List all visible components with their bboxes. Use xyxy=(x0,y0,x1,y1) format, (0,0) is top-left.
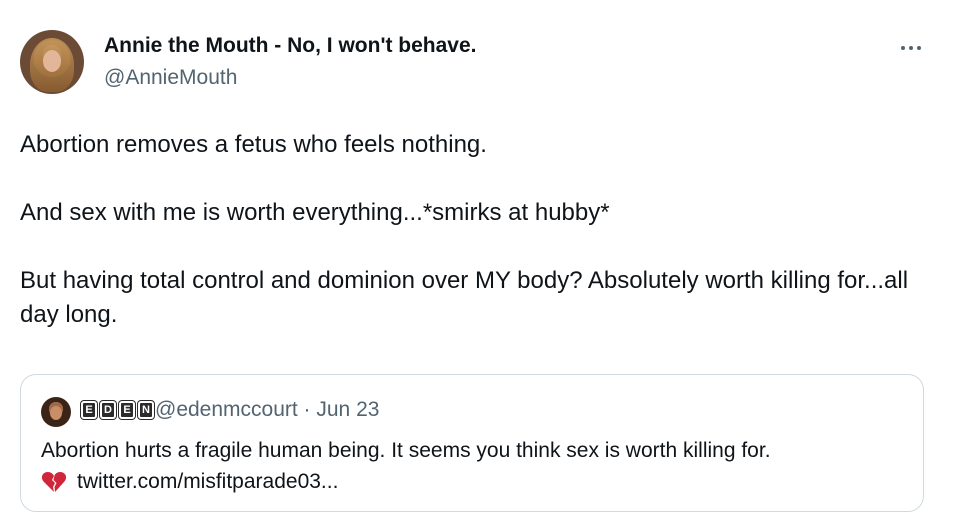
quoted-link-line: twitter.com/misfitparade03... xyxy=(41,466,911,497)
name-letter: E xyxy=(119,401,135,419)
quoted-tweet-card[interactable]: E D E N @edenmccourt · Jun 23 Abortion h… xyxy=(20,374,924,512)
quoted-handle-date[interactable]: @edenmccourt · Jun 23 xyxy=(155,398,379,422)
author-avatar[interactable] xyxy=(20,30,84,94)
name-letter: E xyxy=(81,401,97,419)
dot xyxy=(917,46,921,50)
avatar-face xyxy=(43,50,61,72)
quoted-text-line: Abortion hurts a fragile human being. It… xyxy=(41,439,771,462)
name-letter: D xyxy=(100,401,116,419)
broken-heart-icon xyxy=(41,471,67,492)
tweet-text: Abortion removes a fetus who feels nothi… xyxy=(20,131,909,328)
more-options-icon[interactable] xyxy=(892,36,930,60)
author-display-name[interactable]: Annie the Mouth - No, I won't behave. xyxy=(104,34,476,58)
author-handle[interactable]: @AnnieMouth xyxy=(104,66,237,90)
quoted-author-avatar[interactable] xyxy=(41,397,71,427)
dot xyxy=(901,46,905,50)
dot xyxy=(909,46,913,50)
quoted-link[interactable]: twitter.com/misfitparade03... xyxy=(77,466,338,497)
avatar-face xyxy=(50,406,62,420)
quoted-tweet-text: Abortion hurts a fragile human being. It… xyxy=(41,435,911,497)
quoted-author-name[interactable]: E D E N xyxy=(81,401,154,419)
name-letter: N xyxy=(138,401,154,419)
